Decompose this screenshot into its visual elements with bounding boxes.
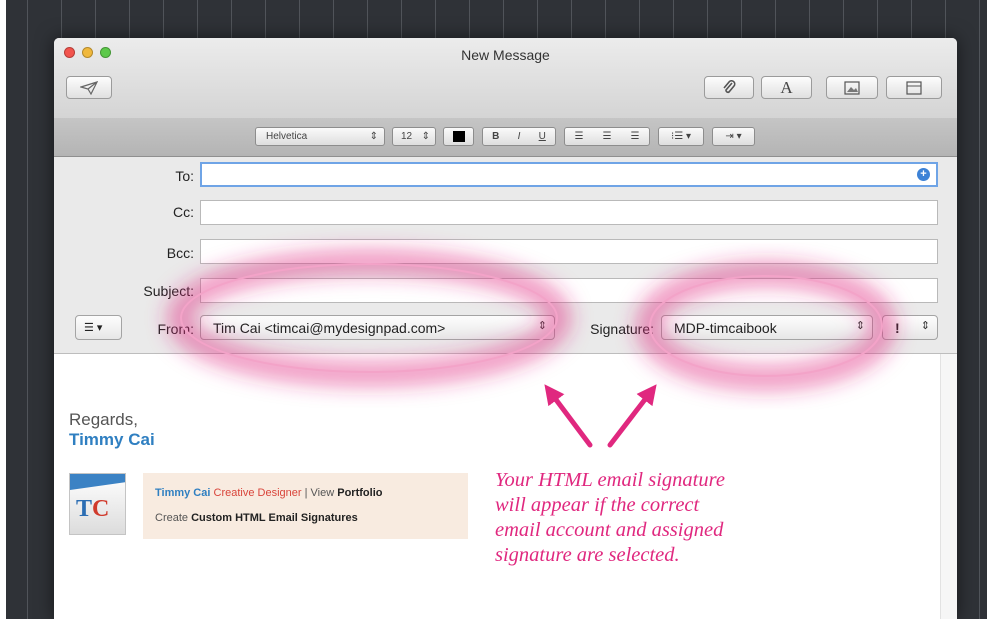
stationery-icon <box>906 80 922 95</box>
stepper-arrows-icon: ⇕ <box>537 320 547 332</box>
to-label: To: <box>175 168 194 184</box>
italic-button[interactable]: I <box>518 131 521 142</box>
tc-logo: TC <box>69 473 126 535</box>
logo-fold <box>70 474 125 490</box>
subject-label: Subject: <box>143 283 194 299</box>
font-size-select[interactable]: 12 ⇕ <box>392 127 436 146</box>
header-options-button[interactable]: ☰ ▾ <box>75 315 122 340</box>
logo-letter-t: T <box>76 496 93 522</box>
logo-letter-c: C <box>92 496 110 522</box>
subject-input[interactable] <box>201 279 941 304</box>
indent-icon: ⇥ ▾ <box>725 131 742 142</box>
window-title: New Message <box>461 47 550 63</box>
format-bar: Helvetica ⇕ 12 ⇕ B I U ☰ ☰ ☰ ⁝☰ ▾ ⇥ ▾ <box>54 118 957 157</box>
sig-create: Create <box>155 512 189 524</box>
photo-browser-button[interactable] <box>826 76 878 99</box>
list-icon: ⁝☰ ▾ <box>671 131 691 142</box>
signature-line-1: Timmy Cai Creative Designer | View Portf… <box>155 487 382 499</box>
portfolio-link[interactable]: Portfolio <box>337 487 382 499</box>
text-color-button[interactable] <box>443 127 474 146</box>
signature-line-2: Create Custom HTML Email Signatures <box>155 512 358 524</box>
bcc-label: Bcc: <box>166 245 194 261</box>
add-contact-icon[interactable]: + <box>917 168 930 181</box>
annotation-text: Your HTML email signature will appear if… <box>495 468 825 568</box>
send-button[interactable] <box>66 76 112 99</box>
right-edge <box>987 0 999 619</box>
sig-name: Timmy Cai <box>155 487 211 499</box>
align-right-icon[interactable]: ☰ <box>631 131 640 142</box>
font-family-select[interactable]: Helvetica ⇕ <box>255 127 385 146</box>
annotation-line: signature are selected. <box>495 544 680 566</box>
indent-button[interactable]: ⇥ ▾ <box>712 127 755 146</box>
priority-value: ! <box>895 319 900 336</box>
logo-text: TC <box>76 496 109 523</box>
scrollbar-track[interactable] <box>940 354 957 619</box>
fonts-button[interactable]: A <box>761 76 812 99</box>
stationery-button[interactable] <box>886 76 942 99</box>
priority-select[interactable]: ! ⇕ <box>882 315 938 340</box>
message-headers: To: + Cc: Bcc: Subject: ☰ ▾ From: Tim Ca… <box>54 157 957 354</box>
sig-separator: | <box>304 487 308 499</box>
alignment-group: ☰ ☰ ☰ <box>564 127 650 146</box>
signature-select[interactable]: MDP-timcaibook ⇕ <box>661 315 873 340</box>
menu-lines-icon: ☰ ▾ <box>84 322 103 334</box>
title-bar: New Message A <box>54 38 957 119</box>
stepper-arrows-icon: ⇕ <box>855 320 865 332</box>
from-value: Tim Cai <timcai@mydesignpad.com> <box>213 319 446 336</box>
from-select[interactable]: Tim Cai <timcai@mydesignpad.com> ⇕ <box>200 315 555 340</box>
attach-button[interactable] <box>704 76 754 99</box>
stepper-arrows-icon: ⇕ <box>421 131 430 142</box>
subject-field[interactable] <box>200 278 941 304</box>
to-input[interactable] <box>202 164 940 187</box>
list-button[interactable]: ⁝☰ ▾ <box>658 127 704 146</box>
align-center-icon[interactable]: ☰ <box>603 131 612 142</box>
stepper-arrows-icon: ⇕ <box>920 320 930 332</box>
paperclip-icon <box>723 79 736 93</box>
cc-input[interactable] <box>201 201 941 226</box>
stepper-arrows-icon: ⇕ <box>369 131 378 142</box>
font-family-value: Helvetica <box>266 131 308 142</box>
underline-button[interactable]: U <box>539 131 546 142</box>
sig-role: Creative Designer <box>213 487 302 499</box>
letter-a-icon: A <box>780 77 793 97</box>
to-field[interactable]: + <box>200 162 940 187</box>
paper-plane-icon <box>80 80 98 95</box>
bcc-field[interactable] <box>200 239 941 265</box>
signature-label: Signature: <box>590 321 654 337</box>
bcc-input[interactable] <box>201 240 941 265</box>
sig-view: View <box>310 487 335 499</box>
signature-value: MDP-timcaibook <box>674 319 777 336</box>
font-size-value: 12 <box>401 131 413 142</box>
align-left-icon[interactable]: ☰ <box>575 131 584 142</box>
regards-text: Regards, <box>69 410 138 429</box>
cc-field[interactable] <box>200 200 941 226</box>
bold-button[interactable]: B <box>492 131 499 142</box>
text-style-group: B I U <box>482 127 556 146</box>
custom-signatures-link[interactable]: Custom HTML Email Signatures <box>191 512 358 524</box>
annotation-line: email account and assigned <box>495 519 724 541</box>
annotation-line: Your HTML email signature <box>495 469 725 491</box>
photo-icon <box>844 80 860 95</box>
from-label: From: <box>157 321 194 337</box>
cc-label: Cc: <box>173 204 194 220</box>
left-edge <box>0 0 6 619</box>
email-signature: Timmy Cai Creative Designer | View Portf… <box>143 473 468 539</box>
sender-name: Timmy Cai <box>69 430 155 449</box>
color-swatch <box>452 131 465 142</box>
annotation-line: will appear if the correct <box>495 494 700 516</box>
